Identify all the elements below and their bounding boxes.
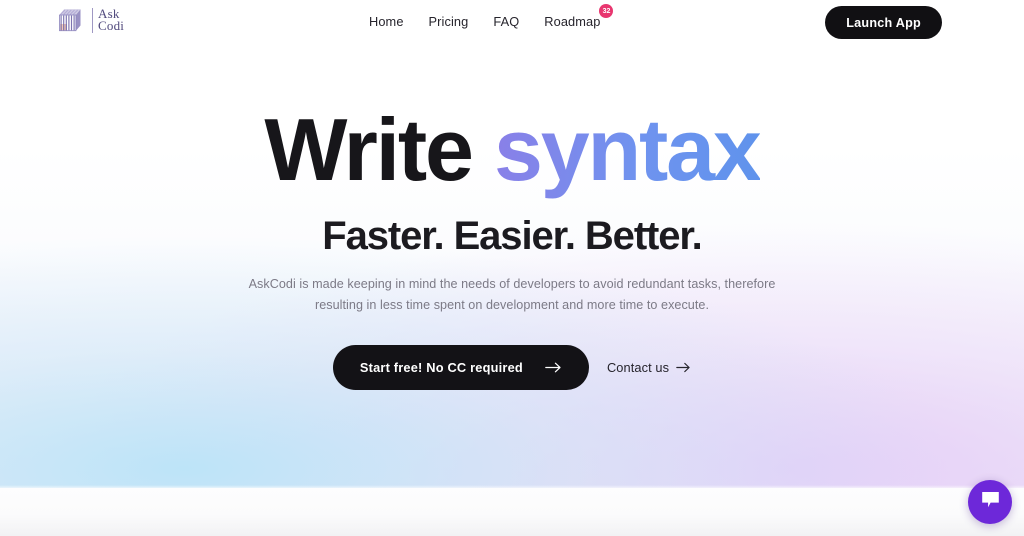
brand-name: Ask Codi <box>98 7 125 33</box>
start-free-button-label: Start free! No CC required <box>359 360 523 375</box>
contact-us-link-label: Contact us <box>606 360 670 375</box>
nav-item-faq-label: FAQ <box>493 14 520 29</box>
launch-app-button[interactable]: Launch App <box>825 6 942 39</box>
primary-nav: Home Pricing FAQ Roadmap 32 <box>369 4 614 29</box>
striped-cube-logo-icon <box>57 5 87 35</box>
nav-item-faq[interactable]: FAQ <box>493 14 519 29</box>
chat-widget-button[interactable] <box>968 480 1012 524</box>
start-free-button[interactable]: Start free! No CC required <box>332 345 589 390</box>
nav-item-home-label: Home <box>369 14 404 29</box>
hero-section: Write syntax Faster. Easier. Better. Ask… <box>0 0 1024 488</box>
hero-paragraph-line2: resulting in less time spent on developm… <box>314 298 710 312</box>
contact-us-link[interactable]: Contact us <box>607 360 691 375</box>
hero-cta-row: Start free! No CC required Contact us <box>0 345 1024 390</box>
arrow-right-icon <box>676 362 691 373</box>
hero-headline-dark-word: Write <box>264 100 474 199</box>
nav-item-pricing[interactable]: Pricing <box>429 14 469 29</box>
hero-headline: Write syntax <box>0 104 1024 196</box>
chat-bubble-icon <box>980 490 1001 515</box>
hero-subheadline: Faster. Easier. Better. <box>322 214 702 258</box>
nav-roadmap-count-badge: 32 <box>599 4 614 18</box>
site-header: Ask Codi Home Pricing FAQ Roadmap 32 Lau… <box>0 0 1024 46</box>
hero-headline-gradient-word: syntax <box>494 100 762 199</box>
hero-paragraph: AskCodi is made keeping in mind the need… <box>0 274 1024 316</box>
nav-item-roadmap-label: Roadmap <box>544 14 601 29</box>
nav-item-home[interactable]: Home <box>369 14 404 29</box>
arrow-right-icon <box>545 362 562 373</box>
below-fold-band <box>0 488 1024 536</box>
hero-paragraph-line1: AskCodi is made keeping in mind the need… <box>248 277 776 291</box>
brand-logo[interactable]: Ask Codi <box>57 5 124 35</box>
nav-item-pricing-label: Pricing <box>428 14 469 29</box>
brand-name-line2: Codi <box>98 18 125 33</box>
nav-item-roadmap[interactable]: Roadmap 32 <box>544 4 614 29</box>
logo-divider <box>92 7 93 33</box>
